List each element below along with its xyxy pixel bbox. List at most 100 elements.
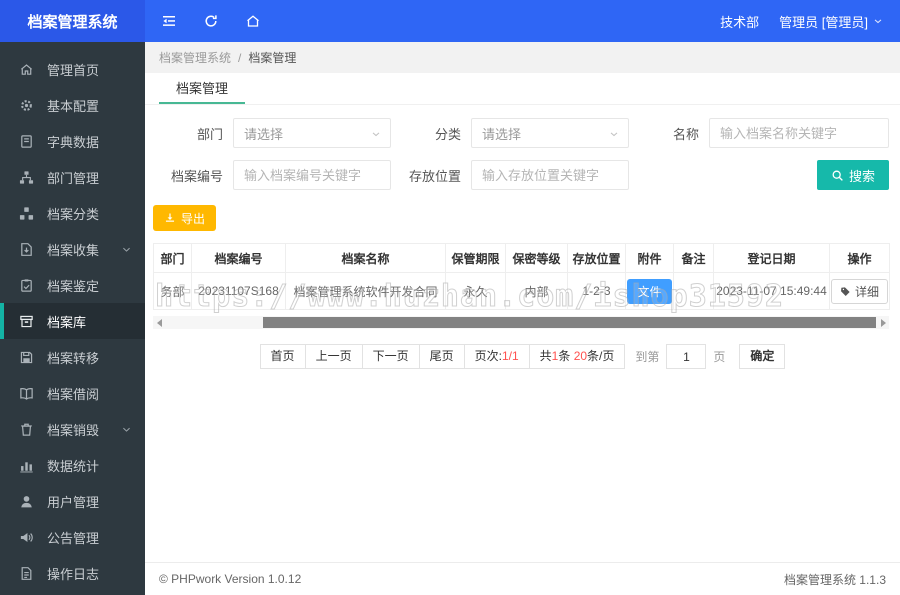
stats-icon: [19, 458, 34, 473]
gear-icon: [19, 98, 34, 113]
sidebar-item-label: 管理首页: [47, 62, 100, 78]
export-button[interactable]: 导出: [153, 205, 217, 231]
sidebar-item-3[interactable]: 字典数据: [0, 123, 145, 159]
chevron-down-icon: [370, 128, 382, 140]
cell-location: 1-2-3: [567, 272, 626, 310]
pagination-last-button[interactable]: 尾页: [418, 344, 465, 369]
scroll-left-arrow[interactable]: [153, 316, 165, 329]
sidebar-item-2[interactable]: 基本配置: [0, 87, 145, 123]
footer-left: © PHPwork Version 1.0.12: [159, 572, 302, 586]
sidebar-item-15[interactable]: 操作日志: [0, 555, 145, 591]
code-input[interactable]: [233, 160, 391, 190]
borrow-icon: [19, 386, 34, 401]
pagination-prev-button[interactable]: 上一页: [304, 344, 363, 369]
code-label: 档案编号: [170, 168, 223, 184]
column-header: 附件: [625, 243, 674, 273]
category-label: 分类: [434, 126, 461, 142]
column-header: 档案名称: [285, 243, 446, 273]
sidebar-item-13[interactable]: 用户管理: [0, 483, 145, 519]
sidebar-item-label: 公告管理: [47, 530, 100, 546]
footer: © PHPwork Version 1.0.12 档案管理系统 1.1.3: [145, 562, 900, 595]
sidebar-item-label: 用户管理: [47, 494, 100, 510]
sidebar-item-label: 档案收集: [47, 242, 100, 258]
archive-table: 部门 档案编号 档案名称 保管期限 保密等级 存放位置 附件 备注 登记日期 操作 务部 20231…: [153, 243, 890, 310]
sidebar-item-1[interactable]: 管理首页: [0, 51, 145, 87]
column-header: 操作: [829, 243, 890, 273]
cell-term: 永久: [445, 272, 506, 310]
category-select[interactable]: 请选择: [471, 118, 629, 148]
sidebar-item-10[interactable]: 档案借阅: [0, 375, 145, 411]
pagination-page-info: 页次:1/1: [463, 344, 530, 369]
announce-icon: [19, 530, 34, 545]
cell-name: 档案管理系统软件开发合同: [285, 272, 446, 310]
sidebar-item-label: 档案转移: [47, 350, 100, 366]
download-icon: [164, 212, 176, 224]
scroll-right-arrow[interactable]: [877, 316, 889, 329]
sidebar-item-label: 字典数据: [47, 134, 100, 150]
sidebar-item-label: 操作日志: [47, 566, 100, 582]
sidebar-item-label: 基本配置: [47, 98, 100, 114]
home-icon[interactable]: [245, 13, 261, 29]
category-icon: [19, 206, 34, 221]
attachment-file-button[interactable]: 文件: [627, 278, 672, 304]
sidebar-item-6[interactable]: 档案收集: [0, 231, 145, 267]
sidebar-item-9[interactable]: 档案转移: [0, 339, 145, 375]
collapse-menu-icon[interactable]: [161, 13, 177, 29]
sidebar-item-label: 数据统计: [47, 458, 100, 474]
chevron-down-icon: [121, 244, 132, 255]
cell-dept: 务部: [153, 272, 192, 310]
sidebar-item-11[interactable]: 档案销毁: [0, 411, 145, 447]
archive-icon: [19, 314, 34, 329]
tab-archive-management[interactable]: 档案管理: [159, 73, 246, 104]
horizontal-scrollbar[interactable]: [153, 316, 889, 329]
log-icon: [19, 566, 34, 581]
location-label: 存放位置: [408, 168, 461, 184]
home-icon: [19, 62, 34, 77]
app-title: 档案管理系统: [0, 0, 145, 42]
footer-right: 档案管理系统 1.1.3: [783, 572, 886, 587]
department-label: 技术部: [720, 14, 760, 30]
destroy-icon: [19, 422, 34, 437]
sidebar-item-14[interactable]: 公告管理: [0, 519, 145, 555]
sidebar-item-label: 部门管理: [47, 170, 100, 186]
appraise-icon: [19, 278, 34, 293]
user-name: 管理员 [管理员]: [779, 14, 868, 30]
main-content: 档案管理系统 / 档案管理 档案管理 部门 请选择 分类 请选择 名称 输入档案…: [145, 42, 900, 595]
sidebar-item-7[interactable]: 档案鉴定: [0, 267, 145, 303]
dept-label: 部门: [196, 126, 223, 142]
column-header: 档案编号: [191, 243, 286, 273]
column-header: 保密等级: [505, 243, 568, 273]
breadcrumb-root[interactable]: 档案管理系统: [159, 49, 231, 66]
sidebar-item-4[interactable]: 部门管理: [0, 159, 145, 195]
top-header: 档案管理系统 技术部 管理员 [管理员]: [0, 0, 900, 42]
pagination-goto-input[interactable]: [666, 344, 707, 369]
cell-attachment: 文件: [625, 272, 674, 310]
search-button[interactable]: 搜索: [816, 160, 889, 190]
dept-select[interactable]: 请选择: [233, 118, 391, 148]
pagination: 首页 上一页 下一页 尾页 页次:1/1 共1条 20条/页 到第 页 确定: [145, 344, 900, 369]
pagination-total-info: 共1条 20条/页: [528, 344, 626, 369]
detail-button[interactable]: 详细: [830, 278, 888, 304]
sidebar-item-5[interactable]: 档案分类: [0, 195, 145, 231]
scrollbar-thumb[interactable]: [263, 317, 876, 328]
user-dropdown[interactable]: 管理员 [管理员]: [779, 12, 884, 31]
pagination-next-button[interactable]: 下一页: [361, 344, 420, 369]
pagination-goto-label: 到第: [635, 350, 660, 364]
breadcrumb-current: 档案管理: [248, 51, 297, 65]
sidebar-item-12[interactable]: 数据统计: [0, 447, 145, 483]
sidebar-item-8[interactable]: 档案库: [0, 303, 145, 339]
column-header: 备注: [673, 243, 714, 273]
table-row: 务部 20231107S168 档案管理系统软件开发合同 永久 内部 1-2-3 文件 202…: [153, 272, 890, 310]
transfer-icon: [19, 350, 34, 365]
location-input[interactable]: [471, 160, 629, 190]
sidebar-item-label: 档案借阅: [47, 386, 100, 402]
user-icon: [19, 494, 34, 509]
refresh-icon[interactable]: [203, 13, 219, 29]
pagination-confirm-button[interactable]: 确定: [739, 344, 786, 369]
dict-icon: [19, 134, 34, 149]
cell-note: [673, 272, 714, 310]
pagination-first-button[interactable]: 首页: [259, 344, 306, 369]
name-input[interactable]: [709, 118, 889, 148]
column-header: 部门: [153, 243, 192, 273]
cell-date: 2023-11-07 15:49:44: [713, 272, 830, 310]
